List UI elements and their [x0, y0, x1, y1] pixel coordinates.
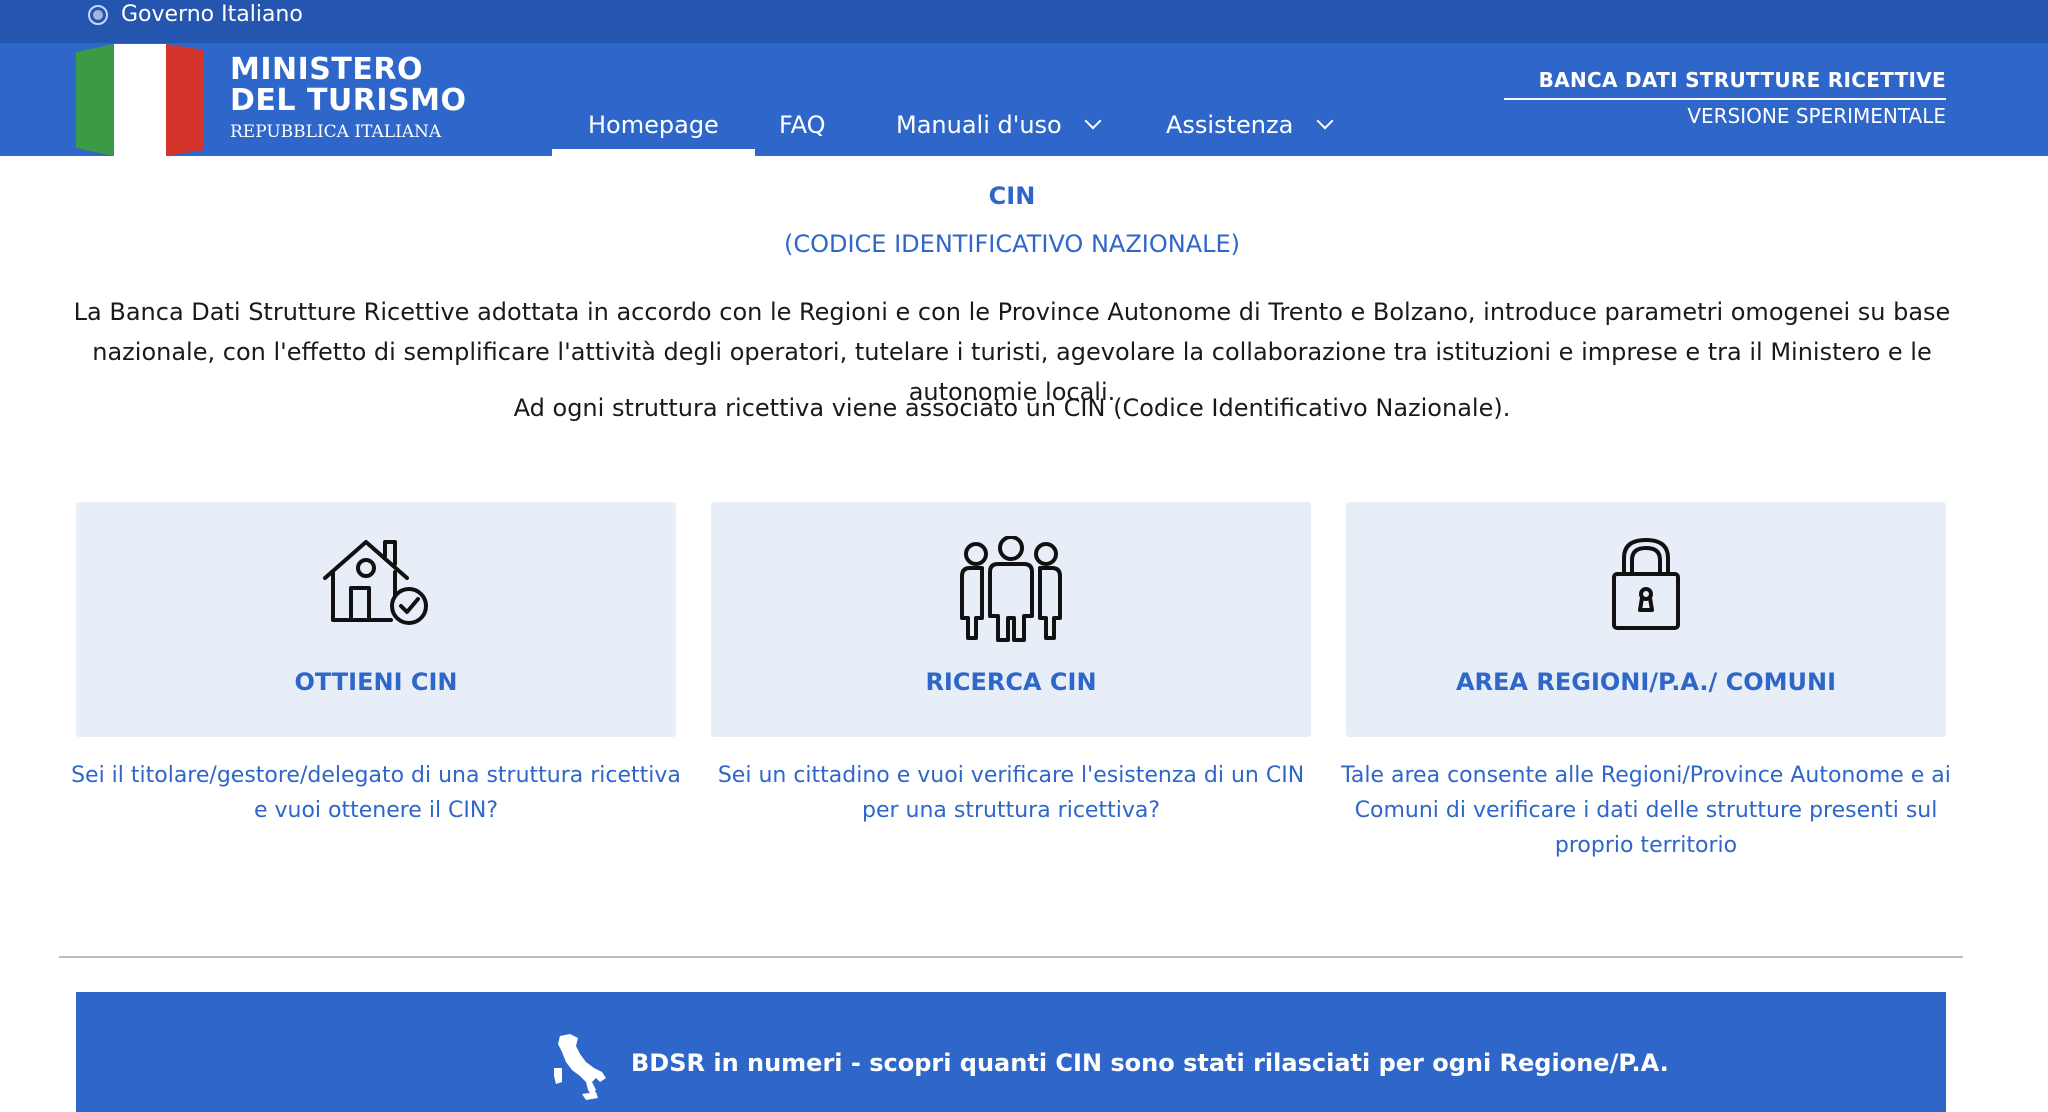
people-group-icon: [960, 536, 1062, 642]
nav-manuali-dropdown[interactable]: Manuali d'uso: [896, 108, 1102, 156]
padlock-icon: [1612, 538, 1680, 630]
page-subtitle: (CODICE IDENTIFICATIVO NAZIONALE): [783, 230, 1241, 258]
nav-faq[interactable]: FAQ: [779, 108, 826, 156]
italian-flag-logo[interactable]: [76, 44, 204, 156]
card-label: RICERCA CIN: [925, 668, 1097, 696]
nav-faq-label: FAQ: [779, 111, 826, 139]
card-description: Sei il titolare/gestore/delegato di una …: [71, 763, 681, 823]
nav-homepage-label: Homepage: [588, 111, 719, 139]
nav-homepage[interactable]: Homepage: [552, 108, 755, 156]
house-check-icon: [323, 540, 428, 625]
page-title: CIN: [988, 182, 1036, 210]
italy-map-icon: [554, 1034, 606, 1100]
site-title: BANCA DATI STRUTTURE RICETTIVE: [1538, 68, 1946, 92]
card-ottieni-cin[interactable]: OTTIENI CIN: [76, 502, 676, 737]
site-version-label: VERSIONE SPERIMENTALE: [1687, 104, 1946, 128]
card-description: Tale area consente alle Regioni/Province…: [1341, 763, 1951, 858]
card-label: AREA REGIONI/P.A./ COMUNI: [1455, 668, 1837, 696]
ministry-name-line2[interactable]: DEL TURISMO: [230, 85, 467, 117]
card-label: OTTIENI CIN: [294, 668, 458, 696]
banner-text[interactable]: BDSR in numeri - scopri quanti CIN sono …: [631, 1049, 1669, 1077]
nav-manuali-label: Manuali d'uso: [896, 111, 1062, 139]
card-description: Sei un cittadino e vuoi verificare l'esi…: [717, 763, 1305, 823]
bdsr-numbers-banner[interactable]: BDSR in numeri - scopri quanti CIN sono …: [76, 992, 1946, 1112]
chevron-down-icon: [1084, 112, 1102, 130]
nav-assistenza-dropdown[interactable]: Assistenza: [1166, 108, 1334, 156]
chevron-down-icon: [1316, 112, 1334, 130]
government-link[interactable]: Governo Italiano: [121, 2, 303, 28]
section-divider: [59, 956, 1963, 958]
government-topbar: Governo Italiano: [0, 0, 2048, 43]
ministry-name-line1[interactable]: MINISTERO: [230, 54, 423, 86]
card-ricerca-cin[interactable]: RICERCA CIN: [711, 502, 1311, 737]
ministry-name-line3: REPUBBLICA ITALIANA: [230, 122, 442, 142]
nav-assistenza-label: Assistenza: [1166, 111, 1294, 139]
intro-note: Ad ogni struttura ricettiva viene associ…: [513, 394, 1511, 422]
title-divider: [1504, 98, 1946, 100]
card-area-regioni[interactable]: AREA REGIONI/P.A./ COMUNI: [1346, 502, 1946, 737]
republic-emblem-icon: [88, 5, 108, 25]
